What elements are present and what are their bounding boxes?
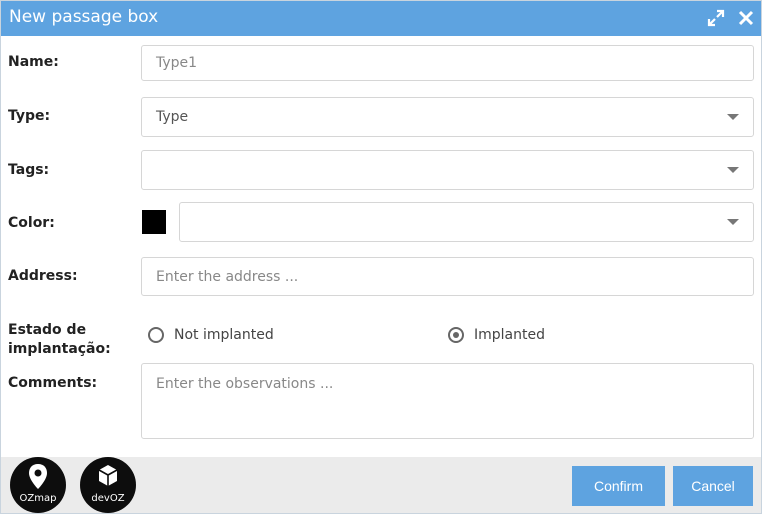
radio-not-implanted[interactable]: Not implanted: [148, 327, 274, 343]
address-label: Address:: [8, 268, 78, 284]
name-label: Name:: [8, 54, 59, 70]
cube-icon: [98, 465, 118, 486]
color-select[interactable]: [179, 202, 754, 242]
title-bar[interactable]: New passage box: [1, 1, 761, 36]
comments-label: Comments:: [8, 375, 98, 391]
dialog-title: New passage box: [9, 7, 159, 27]
type-value: Type: [156, 109, 189, 125]
devoz-logo[interactable]: devOZ: [80, 457, 136, 513]
chevron-down-icon: [727, 219, 739, 225]
address-input[interactable]: Enter the address ...: [141, 257, 754, 296]
radio-unchecked-icon: [148, 327, 164, 343]
passage-box-dialog: New passage box Name: Type1 Type: Type T…: [0, 0, 762, 514]
chevron-down-icon: [727, 114, 739, 120]
chevron-down-icon: [727, 167, 739, 173]
color-label: Color:: [8, 215, 55, 231]
expand-icon[interactable]: [707, 9, 725, 27]
tags-select[interactable]: [141, 150, 754, 190]
radio-checked-icon: [448, 327, 464, 343]
devoz-logo-text: devOZ: [91, 493, 125, 504]
type-label: Type:: [8, 108, 51, 124]
color-swatch[interactable]: [142, 210, 166, 234]
ozmap-logo[interactable]: OZmap: [10, 457, 66, 513]
type-select[interactable]: Type: [141, 97, 754, 137]
cancel-button[interactable]: Cancel: [673, 466, 753, 506]
map-pin-icon: [29, 464, 47, 489]
ozmap-logo-text: OZmap: [19, 493, 57, 504]
status-label-line1: Estado de: [8, 322, 87, 338]
name-value: Type1: [156, 55, 198, 71]
status-label-line2: implantação:: [8, 341, 111, 357]
comments-placeholder: Enter the observations ...: [156, 376, 334, 392]
tags-label: Tags:: [8, 162, 50, 178]
close-icon[interactable]: [737, 9, 755, 27]
radio-not-implanted-label: Not implanted: [174, 327, 274, 343]
radio-implanted-label: Implanted: [474, 327, 545, 343]
comments-textarea[interactable]: Enter the observations ...: [141, 363, 754, 439]
confirm-button[interactable]: Confirm: [572, 466, 665, 506]
radio-implanted[interactable]: Implanted: [448, 327, 545, 343]
name-input[interactable]: Type1: [141, 45, 754, 81]
address-placeholder: Enter the address ...: [156, 268, 299, 285]
status-label: Estado de implantação:: [8, 321, 111, 359]
